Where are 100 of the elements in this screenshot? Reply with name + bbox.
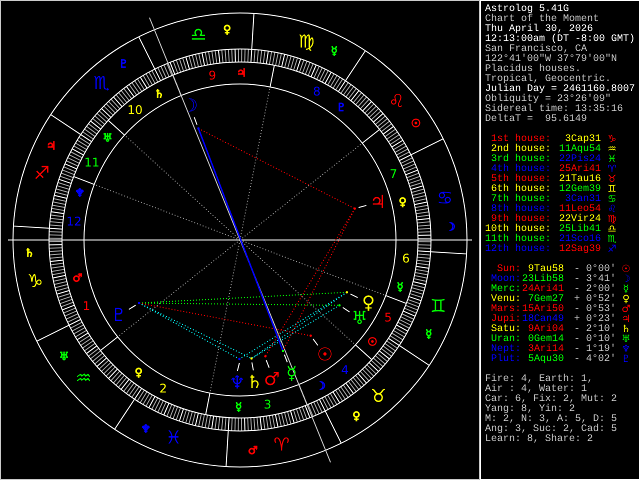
- planet-glyph: ♆: [620, 345, 632, 355]
- planet-marker: [236, 358, 241, 372]
- planet-motion: - 0°53': [573, 305, 618, 315]
- zodiac-sign-glyph: ♐: [34, 163, 50, 184]
- summary-line: Yang: 8, Yin: 2: [485, 405, 576, 415]
- ruler-glyph: ♇: [118, 58, 129, 70]
- house-label: 12th house:: [485, 245, 551, 255]
- ruler-glyph: ☉: [367, 335, 378, 348]
- ruler-glyph: ♆: [140, 422, 151, 436]
- info-line: Placidus houses.: [485, 65, 582, 75]
- ruler-glyph: ♇: [336, 100, 346, 114]
- house-cusp: 12Gem39: [558, 185, 601, 195]
- house-number: 4: [341, 362, 349, 377]
- planet-motion: - 1°19': [573, 345, 618, 355]
- house-number: 5: [384, 310, 392, 324]
- house-cusp: 3Cap31: [564, 135, 601, 145]
- planet-glyph: ☽: [182, 96, 198, 116]
- planet-name: Sun:: [496, 265, 521, 275]
- planet-position: 18Can49: [521, 315, 564, 325]
- planet-motion: + 0°52': [573, 295, 618, 305]
- ruler-glyph: ☿: [330, 44, 338, 58]
- house-number: 6: [402, 252, 410, 266]
- ruler-glyph: ♅: [59, 350, 69, 363]
- zodiac-sign-glyph: ♌: [388, 91, 405, 112]
- planet-glyph: ♀: [621, 295, 631, 305]
- ruler-glyph: ♅: [102, 132, 113, 145]
- summary-line: Ang: 3, Suc: 2, Cad: 5: [485, 425, 618, 435]
- planet-marker: [194, 116, 200, 130]
- ruler-glyph: ☽: [446, 220, 456, 234]
- zodiac-sign-glyph: ♓: [166, 428, 182, 449]
- planet-name: Satu:: [490, 325, 521, 335]
- planet-position: 9Tau58: [528, 265, 564, 275]
- house-number: 7: [390, 167, 398, 182]
- zodiac-sign-glyph: ♊: [430, 296, 446, 317]
- house-cusp: 21Sco16: [558, 235, 601, 245]
- planet-glyph: ♂: [620, 305, 632, 315]
- sign-glyph: ♊: [606, 185, 618, 195]
- planet-name: Plut:: [490, 355, 521, 365]
- planet-position: 5Aqu30: [526, 355, 564, 365]
- zodiac-sign-glyph: ♒: [75, 368, 92, 389]
- planet-glyph: ♅: [351, 308, 368, 329]
- zodiac-sign-glyph: ♈: [274, 434, 290, 456]
- house-cusp: 22Vir24: [558, 215, 601, 225]
- zodiac-sign-glyph: ♎: [190, 24, 206, 46]
- planet-name: Uran:: [490, 335, 521, 345]
- house-number: 2: [159, 381, 168, 396]
- planet-name: Jupi:: [490, 315, 521, 325]
- house-cusp: 25Ari41: [558, 165, 601, 175]
- planet-motion: + 0°23': [573, 315, 618, 325]
- house-cusp: 11Leo54: [558, 205, 601, 215]
- planet-position: 3Ari14: [526, 345, 564, 355]
- planet-name: Venu:: [490, 295, 521, 305]
- sign-glyph: ♉: [606, 175, 618, 185]
- planet-glyph: ☽: [620, 275, 632, 285]
- info-line: Julian Day = 2461160.8007: [485, 85, 636, 95]
- planet-name: Moon:: [490, 275, 521, 285]
- house-number: 12: [66, 214, 82, 228]
- house-cusp: 22Pis24: [558, 155, 601, 165]
- house-label: 10th house:: [485, 225, 551, 235]
- house-cusp: 21Tau16: [558, 175, 601, 185]
- zodiac-sign-glyph: ♑: [27, 271, 44, 292]
- house-number: 11: [84, 156, 100, 170]
- planet-name: Merc:: [490, 285, 521, 295]
- planet-glyph: ☉: [316, 344, 334, 366]
- sign-glyph: ♑: [606, 135, 618, 145]
- sign-glyph: ♓: [606, 155, 618, 165]
- planet-marker: [346, 291, 358, 298]
- planet-name: Nept:: [490, 345, 521, 355]
- house-number: 1: [82, 298, 90, 313]
- ruler-glyph: ♂: [248, 444, 258, 458]
- ruler-glyph: ☿: [425, 328, 432, 341]
- house-label: 7th house:: [490, 195, 551, 205]
- planet-marker: [338, 304, 350, 312]
- summary-line: Air : 4, Water: 1: [485, 385, 588, 395]
- planet-name: Mars:: [490, 305, 521, 315]
- planet-motion: - 3°41': [573, 275, 618, 285]
- house-label: 6th house:: [490, 185, 551, 195]
- planet-marker: [128, 302, 140, 310]
- planet-position: 0Gem14: [526, 335, 564, 345]
- ruler-glyph: ♀: [134, 366, 143, 380]
- planet-position: 24Ari41: [521, 285, 564, 295]
- zodiac-sign-glyph: ♋: [436, 188, 453, 209]
- info-line: San Francisco, CA: [485, 45, 588, 55]
- planet-glyph: ♂: [264, 368, 280, 390]
- planet-marker: [282, 350, 288, 363]
- sign-glyph: ♒: [606, 145, 618, 155]
- summary-line: M: 2, N: 3, A: 5, D: 5: [485, 415, 618, 425]
- ruler-glyph: ♀: [223, 22, 232, 36]
- planet-position: 23Lib58: [521, 275, 564, 285]
- sign-glyph: ♋: [606, 195, 618, 205]
- planet-marker: [354, 204, 367, 210]
- house-label: 9th house:: [490, 215, 551, 225]
- planet-position: 7Gem27: [528, 295, 564, 305]
- house-label: 5th house:: [490, 175, 551, 185]
- sign-glyph: ♐: [606, 245, 618, 255]
- planet-glyph: ♇: [110, 305, 127, 326]
- house-number: 3: [264, 398, 272, 412]
- planet-motion: - 0°10': [573, 335, 618, 345]
- zodiac-sign-glyph: ♍: [298, 31, 314, 52]
- info-line: DeltaT = 95.6149: [485, 115, 588, 125]
